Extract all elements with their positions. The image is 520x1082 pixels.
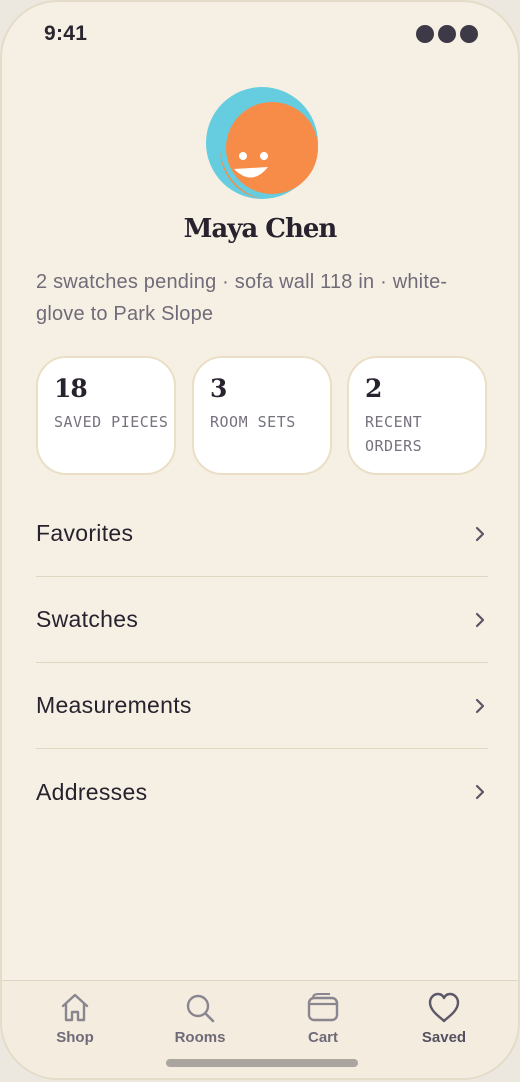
profile-name: Maya Chen — [183, 214, 338, 244]
stat-label: RECENT ORDERS — [365, 413, 423, 455]
stat-value: 2 — [365, 374, 382, 403]
menu-label: Addresses — [36, 778, 148, 805]
profile-subtitle: 2 swatches pending · sofa wall 118 in · … — [36, 271, 448, 325]
menu-label: Favorites — [36, 520, 134, 546]
status-dots-icon — [416, 25, 478, 43]
chevron-right-icon — [475, 526, 485, 541]
tab-label: Rooms — [174, 1029, 226, 1046]
chevron-right-icon — [475, 698, 485, 713]
tab-cart[interactable]: Cart — [273, 991, 373, 1051]
stat-value: 18 — [54, 374, 88, 403]
stat-card-room-sets[interactable]: 3 ROOM SETS — [192, 356, 332, 475]
menu-item-swatches[interactable]: Swatches — [36, 577, 488, 663]
phone-screen: 9:41 Maya Chen 2 swatches pending · sofa… — [0, 0, 520, 1080]
wallet-icon — [307, 993, 339, 1022]
status-time: 9:41 — [44, 22, 88, 45]
tab-saved[interactable]: Saved — [394, 991, 494, 1051]
menu-label: Measurements — [36, 692, 192, 718]
stat-card-recent-orders[interactable]: 2 RECENT ORDERS — [347, 356, 487, 475]
chevron-right-icon — [475, 784, 485, 800]
home-indicator[interactable] — [166, 1059, 358, 1067]
home-icon — [61, 993, 89, 1022]
chevron-right-icon — [475, 612, 485, 627]
tab-rooms[interactable]: Rooms — [150, 991, 250, 1051]
tab-label: Cart — [307, 1029, 338, 1046]
stat-label: ROOM SETS — [210, 413, 296, 431]
menu-item-measurements[interactable]: Measurements — [36, 663, 488, 749]
stat-label: SAVED PIECES — [54, 413, 169, 431]
heart-icon — [428, 992, 460, 1023]
menu-label: Swatches — [36, 606, 139, 632]
avatar[interactable] — [206, 87, 318, 202]
tab-shop[interactable]: Shop — [25, 991, 125, 1051]
stat-value: 3 — [210, 374, 227, 403]
menu-item-addresses[interactable]: Addresses — [36, 749, 488, 835]
search-icon — [186, 994, 215, 1023]
menu-item-favorites[interactable]: Favorites — [36, 491, 488, 577]
stat-card-saved-pieces[interactable]: 18 SAVED PIECES — [36, 356, 176, 475]
tab-label: Shop — [56, 1029, 94, 1046]
tab-label: Saved — [421, 1029, 467, 1046]
